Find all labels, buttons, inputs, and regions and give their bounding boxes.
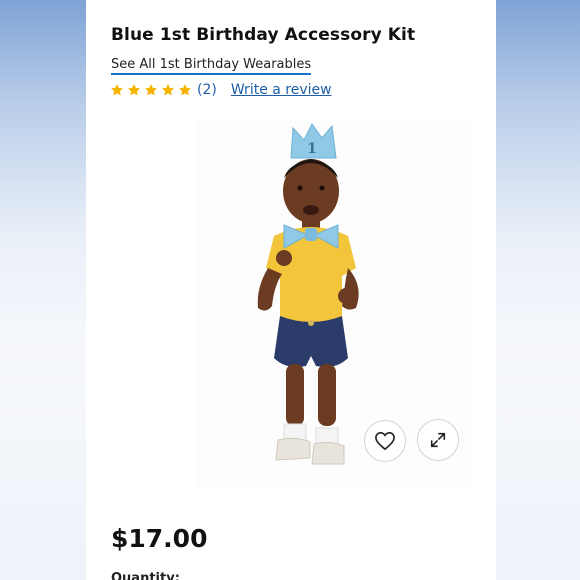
crown-number: 1	[307, 141, 317, 157]
write-review-link[interactable]: Write a review	[231, 82, 332, 98]
star-icon	[179, 84, 191, 96]
product-title: Blue 1st Birthday Accessory Kit	[111, 25, 416, 45]
birthday-crown: 1	[290, 123, 337, 159]
rating-row: (2) Write a review	[110, 80, 332, 100]
star-icon	[145, 84, 157, 96]
see-all-wearables-link[interactable]: See All 1st Birthday Wearables	[111, 57, 312, 75]
heart-icon	[375, 431, 395, 451]
review-count[interactable]: (2)	[197, 82, 217, 98]
star-rating[interactable]	[110, 83, 195, 97]
star-icon	[111, 84, 123, 96]
quantity-label: Quantity:	[111, 571, 180, 580]
star-icon	[162, 84, 174, 96]
wishlist-button[interactable]	[364, 420, 406, 462]
expand-icon	[430, 432, 446, 448]
star-icon	[128, 84, 140, 96]
product-card: Blue 1st Birthday Accessory Kit See All …	[86, 0, 496, 580]
product-price: $17.00	[111, 524, 208, 553]
expand-image-button[interactable]	[417, 419, 459, 461]
